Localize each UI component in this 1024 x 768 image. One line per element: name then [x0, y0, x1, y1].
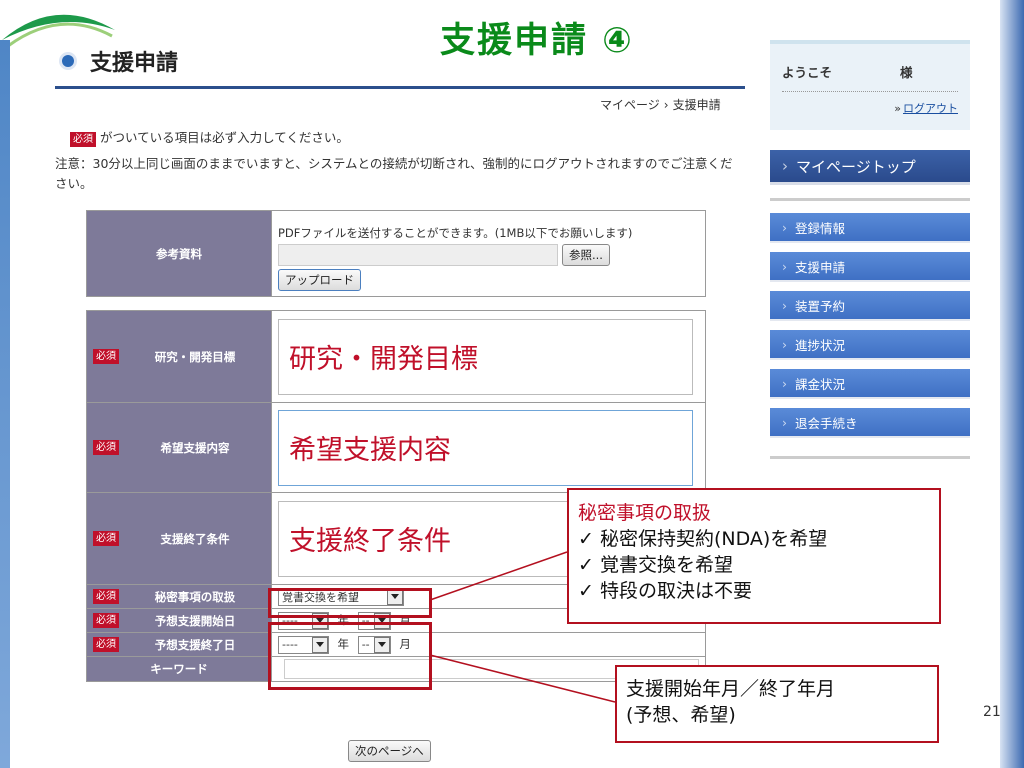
welcome-divider	[782, 91, 958, 92]
dates-callout-line2: (予想、希望)	[626, 704, 736, 726]
welcome-honorific: 様	[900, 65, 913, 80]
secret-callout: 秘密事項の取扱 ✓ 秘密保持契約(NDA)を希望 ✓ 覚書交換を希望 ✓ 特段の…	[567, 488, 941, 624]
secret-callout-item: ✓ 秘密保持契約(NDA)を希望	[578, 528, 828, 550]
sidebar-divider	[770, 456, 970, 459]
sidebar-item-withdrawal[interactable]: 退会手続き	[770, 408, 970, 438]
dates-callout-line1: 支援開始年月／終了年月	[626, 678, 836, 700]
page-number: 21	[983, 704, 1001, 720]
sidebar-item-support-application[interactable]: 支援申請	[770, 252, 970, 282]
secret-callout-item: ✓ 覚書交換を希望	[578, 554, 733, 576]
dates-callout: 支援開始年月／終了年月 (予想、希望)	[615, 665, 939, 743]
welcome-box: ようこそ 様 ログアウト	[770, 40, 970, 130]
sidebar-item-registration[interactable]: 登録情報	[770, 213, 970, 243]
logout-link[interactable]: ログアウト	[894, 100, 958, 116]
sidebar-item-progress[interactable]: 進捗状況	[770, 330, 970, 360]
welcome-text: ようこそ	[782, 65, 833, 80]
mypage-top-button[interactable]: マイページトップ	[770, 150, 970, 185]
sidebar-item-billing[interactable]: 課金状況	[770, 369, 970, 399]
sidebar-divider	[770, 198, 970, 201]
secret-callout-title: 秘密事項の取扱	[578, 502, 712, 524]
sidebar-item-equipment-booking[interactable]: 装置予約	[770, 291, 970, 321]
secret-callout-item: ✓ 特段の取決は不要	[578, 580, 752, 602]
